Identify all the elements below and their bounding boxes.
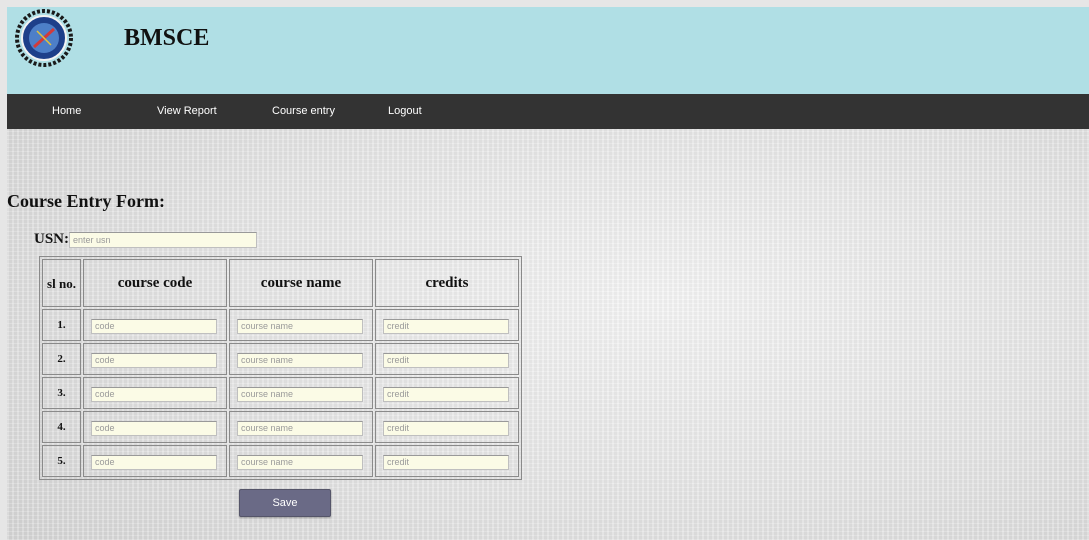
nav-logout[interactable]: Logout xyxy=(388,94,422,129)
form-title: Course Entry Form: xyxy=(7,191,165,211)
name-cell xyxy=(229,377,373,409)
table-row: 3. xyxy=(42,377,519,409)
header-course-name: course name xyxy=(229,259,373,307)
header: BMSCE xyxy=(7,7,1089,94)
nav-bar: Home View Report Course entry Logout xyxy=(7,94,1089,129)
credit-cell xyxy=(375,411,519,443)
course-name-input[interactable] xyxy=(237,420,363,436)
table-row: 1. xyxy=(42,309,519,341)
code-cell xyxy=(83,411,227,443)
row-sl-no: 2. xyxy=(42,343,81,375)
code-cell xyxy=(83,377,227,409)
credit-input[interactable] xyxy=(383,352,509,368)
course-name-input[interactable] xyxy=(237,318,363,334)
header-sl-no: sl no. xyxy=(42,259,81,307)
table-header-row: sl no. course code course name credits xyxy=(42,259,519,307)
nav-view-report[interactable]: View Report xyxy=(157,94,217,129)
table-row: 4. xyxy=(42,411,519,443)
name-cell xyxy=(229,411,373,443)
credit-input[interactable] xyxy=(383,386,509,402)
brand-title: BMSCE xyxy=(124,25,210,51)
usn-label: USN: xyxy=(34,231,70,247)
credit-cell xyxy=(375,377,519,409)
header-credits: credits xyxy=(375,259,519,307)
code-cell xyxy=(83,445,227,477)
nav-home[interactable]: Home xyxy=(52,94,81,129)
nav-course-entry[interactable]: Course entry xyxy=(272,94,335,129)
row-sl-no: 4. xyxy=(42,411,81,443)
header-course-code: course code xyxy=(83,259,227,307)
page-frame: BMSCE Home View Report Course entry Logo… xyxy=(7,7,1089,540)
table-row: 5. xyxy=(42,445,519,477)
table-row: 2. xyxy=(42,343,519,375)
course-code-input[interactable] xyxy=(91,352,217,368)
row-sl-no: 3. xyxy=(42,377,81,409)
course-name-input[interactable] xyxy=(237,454,363,470)
row-sl-no: 5. xyxy=(42,445,81,477)
course-table: sl no. course code course name credits 1… xyxy=(39,256,522,480)
credit-input[interactable] xyxy=(383,318,509,334)
save-button[interactable]: Save xyxy=(239,489,331,517)
course-name-input[interactable] xyxy=(237,352,363,368)
credit-cell xyxy=(375,343,519,375)
credit-input[interactable] xyxy=(383,420,509,436)
credit-cell xyxy=(375,445,519,477)
course-code-input[interactable] xyxy=(91,386,217,402)
name-cell xyxy=(229,445,373,477)
course-code-input[interactable] xyxy=(91,318,217,334)
course-code-input[interactable] xyxy=(91,420,217,436)
college-logo-icon xyxy=(15,9,73,67)
course-code-input[interactable] xyxy=(91,454,217,470)
usn-input[interactable] xyxy=(69,232,257,248)
credit-cell xyxy=(375,309,519,341)
code-cell xyxy=(83,343,227,375)
row-sl-no: 1. xyxy=(42,309,81,341)
credit-input[interactable] xyxy=(383,454,509,470)
course-name-input[interactable] xyxy=(237,386,363,402)
code-cell xyxy=(83,309,227,341)
name-cell xyxy=(229,309,373,341)
name-cell xyxy=(229,343,373,375)
